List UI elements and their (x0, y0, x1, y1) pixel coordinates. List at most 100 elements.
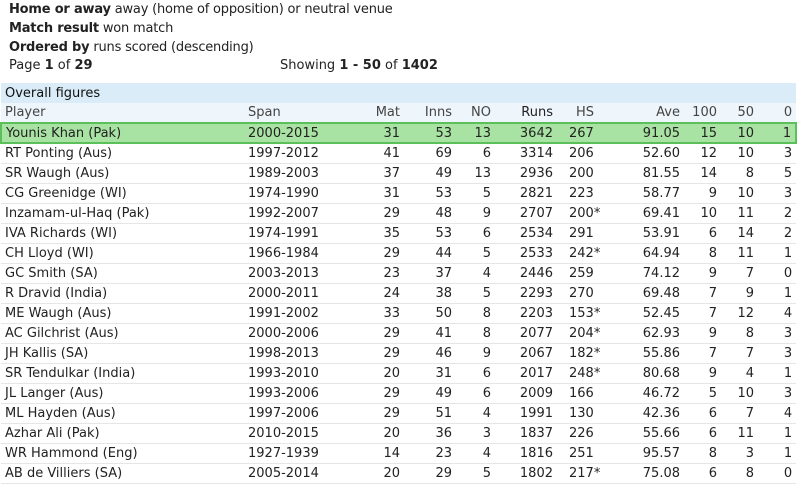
cell-inns: 36 (404, 423, 456, 444)
cell-0: 4 (758, 303, 797, 324)
showing-indicator: Showing 1 - 50 of 1402 (280, 56, 438, 75)
cell-mat: 29 (348, 383, 404, 404)
cell-player[interactable]: IVA Richards (WI) (1, 223, 244, 244)
cell-runs: 2009 (495, 383, 557, 404)
cell-50: 12 (721, 303, 758, 324)
cell-span: 1974-1990 (244, 183, 348, 204)
column-header-mat[interactable]: Mat (348, 103, 404, 124)
table-row[interactable]: Younis Khan (Pak) 2000-2015 31 53 13 3642 267 9… (0, 122, 798, 144)
cell-player[interactable]: ML Hayden (Aus) (1, 403, 244, 424)
table-row[interactable]: SR Waugh (Aus) 1989-2003 37 49 13 2936 200 81.5… (1, 163, 797, 184)
cell-inns: 48 (404, 203, 456, 224)
cell-runs: 2534 (495, 223, 557, 244)
column-header-no[interactable]: NO (456, 103, 495, 124)
table-row[interactable]: AC Gilchrist (Aus) 2000-2006 29 41 8 2077 204*… (1, 323, 797, 344)
table-row[interactable]: SR Tendulkar (India) 1993-2010 20 31 6 2017 24… (1, 363, 797, 384)
cell-ave: 81.55 (613, 163, 684, 184)
cell-player[interactable]: AC Gilchrist (Aus) (1, 323, 244, 344)
cell-player[interactable]: ME Waugh (Aus) (1, 303, 244, 324)
cell-50: 14 (721, 223, 758, 244)
cell-mat: 31 (348, 122, 404, 144)
cell-100: 6 (684, 223, 721, 244)
table-row[interactable]: AB de Villiers (SA) 2005-2014 20 29 5 1802 217… (1, 463, 797, 484)
cell-player[interactable]: RT Ponting (Aus) (1, 143, 244, 164)
cell-player[interactable]: WR Hammond (Eng) (1, 443, 244, 464)
cell-0: 3 (758, 143, 797, 164)
showing-total: 1402 (401, 58, 438, 73)
cell-player[interactable]: Younis Khan (Pak) (0, 122, 244, 144)
cell-span: 1993-2010 (244, 363, 348, 384)
cell-player[interactable]: CH Lloyd (WI) (1, 243, 244, 264)
cell-player[interactable]: SR Waugh (Aus) (1, 163, 244, 184)
cell-mat: 14 (348, 443, 404, 464)
table-row[interactable]: Inzamam-ul-Haq (Pak) 1992-2007 29 48 9 2707 20… (1, 203, 797, 224)
table-row[interactable]: RT Ponting (Aus) 1997-2012 41 69 6 3314 206 52.… (1, 143, 797, 164)
table-row[interactable]: R Dravid (India) 2000-2011 24 38 5 2293 270 69.… (1, 283, 797, 304)
table-row[interactable]: JL Langer (Aus) 1993-2006 29 49 6 2009 166 46.7… (1, 383, 797, 404)
cell-0: 3 (758, 183, 797, 204)
cell-runs: 2936 (495, 163, 557, 184)
column-header-hs[interactable]: HS (557, 103, 613, 124)
cell-no: 4 (456, 403, 495, 424)
column-header-100[interactable]: 100 (684, 103, 721, 124)
cell-span: 1966-1984 (244, 243, 348, 264)
cell-ave: 58.77 (613, 183, 684, 204)
cell-inns: 44 (404, 243, 456, 264)
table-row[interactable]: CH Lloyd (WI) 1966-1984 29 44 5 2533 242* 64.94… (1, 243, 797, 264)
cell-player[interactable]: AB de Villiers (SA) (1, 463, 244, 484)
cell-0: 1 (758, 243, 797, 264)
column-header-inns[interactable]: Inns (404, 103, 456, 124)
table-row[interactable]: IVA Richards (WI) 1974-1991 35 53 6 2534 291 53… (1, 223, 797, 244)
cell-inns: 51 (404, 403, 456, 424)
cell-player[interactable]: SR Tendulkar (India) (1, 363, 244, 384)
cell-runs: 1802 (495, 463, 557, 484)
cell-ave: 62.93 (613, 323, 684, 344)
cell-ave: 80.68 (613, 363, 684, 384)
cell-span: 1974-1991 (244, 223, 348, 244)
table-row[interactable]: WR Hammond (Eng) 1927-1939 14 23 4 1816 251 95.… (1, 443, 797, 464)
table-row[interactable]: GC Smith (SA) 2003-2013 23 37 4 2446 259 74.12 9… (1, 263, 797, 284)
cell-span: 2000-2015 (244, 122, 348, 144)
cell-player[interactable]: R Dravid (India) (1, 283, 244, 304)
filter-summary: Home or away away (home of opposition) o… (9, 0, 393, 57)
cell-inns: 29 (404, 463, 456, 484)
table-row[interactable]: ME Waugh (Aus) 1991-2002 33 50 8 2203 153* 52.4… (1, 303, 797, 324)
cell-player[interactable]: Inzamam-ul-Haq (Pak) (1, 203, 244, 224)
table-row[interactable]: JH Kallis (SA) 1998-2013 29 46 9 2067 182* 55.8… (1, 343, 797, 364)
cell-runs: 2533 (495, 243, 557, 264)
cell-player[interactable]: JH Kallis (SA) (1, 343, 244, 364)
cell-no: 6 (456, 383, 495, 404)
column-header-runs[interactable]: Runs (495, 103, 557, 124)
cell-runs: 1837 (495, 423, 557, 444)
table-caption-row: Overall figures (1, 83, 797, 103)
cell-player[interactable]: Azhar Ali (Pak) (1, 423, 244, 444)
column-header-ave[interactable]: Ave (613, 103, 684, 124)
cell-span: 1927-1939 (244, 443, 348, 464)
cell-no: 8 (456, 323, 495, 344)
table-row[interactable]: CG Greenidge (WI) 1974-1990 31 53 5 2821 223 58… (1, 183, 797, 204)
filter-match-result: Match result won match (9, 19, 393, 38)
cell-player[interactable]: JL Langer (Aus) (1, 383, 244, 404)
cell-ave: 52.45 (613, 303, 684, 324)
cell-0: 1 (758, 423, 797, 444)
cell-0: 1 (758, 122, 798, 144)
column-header-player[interactable]: Player (1, 103, 244, 124)
cell-player[interactable]: CG Greenidge (WI) (1, 183, 244, 204)
cell-inns: 53 (404, 183, 456, 204)
cell-runs: 2707 (495, 203, 557, 224)
cell-player[interactable]: GC Smith (SA) (1, 263, 244, 284)
cell-0: 1 (758, 363, 797, 384)
cell-50: 8 (721, 463, 758, 484)
cell-no: 5 (456, 183, 495, 204)
cell-ave: 74.12 (613, 263, 684, 284)
cell-runs: 2293 (495, 283, 557, 304)
cell-50: 8 (721, 323, 758, 344)
column-header-span[interactable]: Span (244, 103, 348, 124)
table-row[interactable]: Azhar Ali (Pak) 2010-2015 20 36 3 1837 226 55.6… (1, 423, 797, 444)
cell-ave: 64.94 (613, 243, 684, 264)
column-header-0[interactable]: 0 (758, 103, 797, 124)
cell-ave: 75.08 (613, 463, 684, 484)
table-row[interactable]: ML Hayden (Aus) 1997-2006 29 51 4 1991 130 42.3… (1, 403, 797, 424)
cell-mat: 20 (348, 423, 404, 444)
column-header-50[interactable]: 50 (721, 103, 758, 124)
